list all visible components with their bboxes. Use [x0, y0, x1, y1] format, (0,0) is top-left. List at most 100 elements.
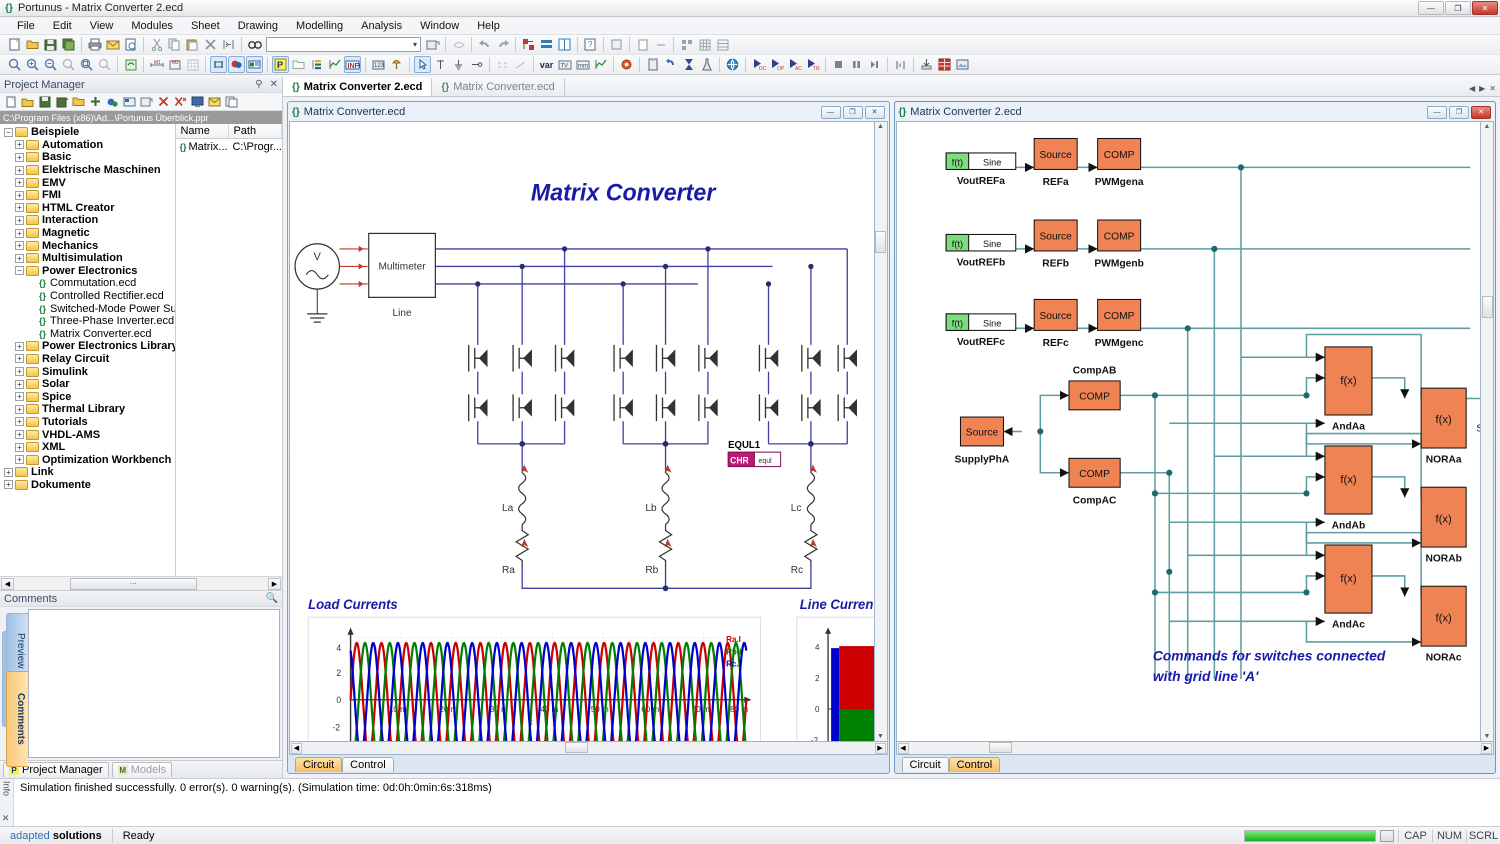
- window-close-button[interactable]: ✕: [1472, 1, 1498, 15]
- tree-item[interactable]: {}Switched-Mode Power Supply.: [0, 302, 175, 315]
- new-icon[interactable]: [6, 36, 23, 53]
- remove-icon[interactable]: [156, 94, 171, 109]
- arrange-icon[interactable]: [520, 36, 537, 53]
- folder-icon[interactable]: [71, 94, 86, 109]
- sheet-tab-circuit[interactable]: Circuit: [295, 757, 342, 772]
- tree-item[interactable]: +Optimization Workbench: [0, 453, 175, 466]
- comparator-block[interactable]: COMPPWMgenc: [1094, 299, 1143, 348]
- expand-icon[interactable]: +: [15, 430, 24, 439]
- dc-icon[interactable]: DC: [750, 56, 767, 73]
- expand-icon[interactable]: +: [15, 254, 24, 263]
- tree-item[interactable]: +Interaction: [0, 214, 175, 227]
- netlist-icon[interactable]: [210, 56, 227, 73]
- hourglass-icon[interactable]: [680, 56, 697, 73]
- control-vertical-scrollbar[interactable]: ▲ ▼: [1481, 121, 1494, 742]
- scroll-down-arrow[interactable]: ▼: [1484, 733, 1491, 740]
- folder-icon[interactable]: [290, 56, 307, 73]
- circuit-horizontal-scrollbar[interactable]: ◀ ▶: [289, 742, 888, 755]
- collapse-icon[interactable]: −: [4, 128, 13, 137]
- tree-item[interactable]: +VHDL-AMS: [0, 428, 175, 441]
- refresh-icon[interactable]: [450, 36, 467, 53]
- page-icon[interactable]: [634, 36, 651, 53]
- scroll-thumb[interactable]: ⋯: [70, 578, 197, 590]
- tree-item[interactable]: +Dokumente: [0, 479, 175, 492]
- history-icon[interactable]: [662, 56, 679, 73]
- column-path[interactable]: Path: [229, 124, 282, 138]
- shortcut-icon[interactable]: [652, 36, 669, 53]
- expand-icon[interactable]: +: [15, 455, 24, 464]
- tree-item[interactable]: +XML: [0, 441, 175, 454]
- right-window-minimize-button[interactable]: —: [1427, 106, 1447, 119]
- collapse-icon[interactable]: −: [15, 266, 24, 275]
- pin-icon[interactable]: ⚲: [255, 79, 262, 90]
- expand-icon[interactable]: +: [15, 443, 24, 452]
- tree-item[interactable]: +EMV: [0, 176, 175, 189]
- left-window-restore-button[interactable]: ❐: [843, 106, 863, 119]
- column-name[interactable]: Name: [176, 124, 229, 138]
- expand-icon[interactable]: +: [15, 392, 24, 401]
- values-icon[interactable]: 123: [370, 56, 387, 73]
- menu-item-analysis[interactable]: Analysis: [352, 18, 411, 34]
- expand-icon[interactable]: +: [15, 166, 24, 175]
- control-canvas[interactable]: f(t)SineVoutREFaf(t)SineVoutREFbf(t)Sine…: [896, 121, 1482, 742]
- search-combo[interactable]: ▾: [266, 37, 421, 52]
- copy-project-icon[interactable]: [224, 94, 239, 109]
- and-block[interactable]: f(x)AndAc: [1324, 545, 1371, 631]
- insert-icon[interactable]: [220, 36, 237, 53]
- delete-icon[interactable]: [202, 36, 219, 53]
- save-icon[interactable]: [42, 36, 59, 53]
- expand-icon[interactable]: +: [4, 480, 13, 489]
- nor-block[interactable]: f(x)NORAc: [1421, 586, 1466, 663]
- left-window-minimize-button[interactable]: —: [821, 106, 841, 119]
- label-icon[interactable]: [246, 56, 263, 73]
- remove-all-icon[interactable]: [173, 94, 188, 109]
- help-icon[interactable]: ?: [582, 36, 599, 53]
- report-icon[interactable]: [936, 56, 953, 73]
- and-block[interactable]: f(x)AndAa: [1324, 347, 1371, 433]
- export-icon[interactable]: [918, 56, 935, 73]
- expand-icon[interactable]: +: [15, 203, 24, 212]
- tree-item[interactable]: {}Commutation.ecd: [0, 277, 175, 290]
- scroll-right-arrow[interactable]: ▶: [268, 578, 281, 590]
- open-project-icon[interactable]: [20, 94, 35, 109]
- tree-item[interactable]: +Relay Circuit: [0, 353, 175, 366]
- flask-icon[interactable]: [698, 56, 715, 73]
- expand-icon[interactable]: +: [4, 468, 13, 477]
- sine-block[interactable]: f(t)SineVoutREFc: [946, 314, 1016, 348]
- tree-item[interactable]: +Solar: [0, 378, 175, 391]
- chart-icon[interactable]: [326, 56, 343, 73]
- expand-icon[interactable]: +: [15, 178, 24, 187]
- grid-icon[interactable]: [696, 36, 713, 53]
- scroll-left-arrow[interactable]: ◀: [291, 743, 302, 754]
- tree-item[interactable]: +Automation: [0, 139, 175, 152]
- menu-item-drawing[interactable]: Drawing: [229, 18, 287, 34]
- expand-icon[interactable]: +: [15, 241, 24, 250]
- tree-item[interactable]: +FMI: [0, 189, 175, 202]
- expand-icon[interactable]: +: [15, 342, 24, 351]
- scroll-thumb[interactable]: [875, 231, 886, 253]
- save-project-icon[interactable]: [37, 94, 52, 109]
- scroll-up-arrow[interactable]: ▲: [1484, 123, 1491, 130]
- left-window-close-button[interactable]: ✕: [865, 106, 885, 119]
- grid-toggle-icon[interactable]: [184, 56, 201, 73]
- scroll-right-arrow[interactable]: ▶: [1481, 743, 1492, 754]
- clipboard-icon[interactable]: [644, 56, 661, 73]
- tree-item[interactable]: −Beispiele: [0, 126, 175, 139]
- menu-item-view[interactable]: View: [81, 18, 123, 34]
- nor-block[interactable]: f(x)NORAa: [1421, 388, 1466, 465]
- mail-icon[interactable]: [207, 94, 222, 109]
- scroll-thumb[interactable]: [565, 742, 588, 753]
- var-icon[interactable]: var: [538, 56, 555, 73]
- link-icon[interactable]: [105, 94, 120, 109]
- right-window-restore-button[interactable]: ❐: [1449, 106, 1469, 119]
- tree-item[interactable]: +Multisimulation: [0, 252, 175, 265]
- tree-horizontal-scrollbar[interactable]: ◀ ⋯ ▶: [0, 576, 282, 590]
- vtab-comments[interactable]: Comments: [6, 671, 28, 767]
- tab-prev-arrow[interactable]: ◀: [1469, 84, 1475, 93]
- tree-item[interactable]: +Power Electronics Library: [0, 340, 175, 353]
- control-horizontal-scrollbar[interactable]: ◀ ▶: [896, 742, 1495, 755]
- menu-item-file[interactable]: File: [8, 18, 44, 34]
- import-icon[interactable]: [122, 94, 137, 109]
- portunus-icon[interactable]: P: [272, 56, 289, 73]
- close-icon[interactable]: ✕: [270, 79, 278, 90]
